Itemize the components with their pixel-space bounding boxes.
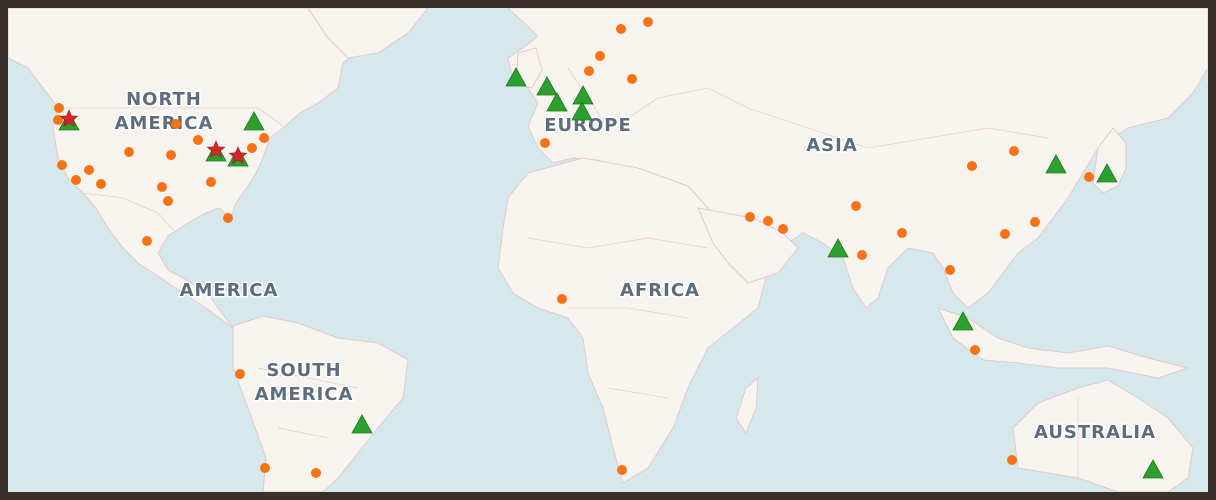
dot-marker[interactable] [142,236,152,246]
dot-marker[interactable] [763,216,773,226]
world-map[interactable]: NORTH AMERICA EUROPE ASIA AMERICA AFRICA… [8,8,1208,492]
dot-marker[interactable] [851,201,861,211]
dot-marker[interactable] [1000,229,1010,239]
dot-marker[interactable] [235,369,245,379]
dot-marker[interactable] [96,179,106,189]
label-africa: AFRICA [620,280,700,301]
dot-marker[interactable] [124,147,134,157]
label-north-america-line1: NORTH [126,89,202,110]
madagascar-land [735,376,759,435]
dot-marker[interactable] [57,160,67,170]
dot-marker[interactable] [540,138,550,148]
label-america: AMERICA [180,280,279,301]
dot-marker[interactable] [857,250,867,260]
dot-marker[interactable] [247,143,257,153]
dot-marker[interactable] [945,265,955,275]
dot-marker[interactable] [627,74,637,84]
dot-marker[interactable] [193,135,203,145]
dot-marker[interactable] [1009,146,1019,156]
dot-marker[interactable] [84,165,94,175]
dot-marker[interactable] [778,224,788,234]
dot-marker[interactable] [223,213,233,223]
label-north-america-line2: AMERICA [115,113,214,134]
dot-marker[interactable] [259,133,269,143]
dot-marker[interactable] [557,294,567,304]
dot-marker[interactable] [967,161,977,171]
dot-marker[interactable] [617,465,627,475]
dot-marker[interactable] [71,175,81,185]
dot-marker[interactable] [157,182,167,192]
indonesia-land [937,307,1190,379]
dot-marker[interactable] [616,24,626,34]
dot-marker[interactable] [745,212,755,222]
map-canvas[interactable]: NORTH AMERICA EUROPE ASIA AMERICA AFRICA… [8,8,1208,492]
dot-marker[interactable] [595,51,605,61]
label-australia: AUSTRALIA [1034,422,1156,443]
label-asia: ASIA [806,135,858,156]
dot-marker[interactable] [643,17,653,27]
label-south-america-line2: AMERICA [255,384,354,405]
dot-marker[interactable] [897,228,907,238]
dot-marker[interactable] [260,463,270,473]
dot-marker[interactable] [584,66,594,76]
dot-marker[interactable] [166,150,176,160]
land-layer [8,8,1208,492]
dot-marker[interactable] [1007,455,1017,465]
dot-marker[interactable] [163,196,173,206]
dot-marker[interactable] [54,103,64,113]
label-south-america-line1: SOUTH [266,360,341,381]
dot-marker[interactable] [311,468,321,478]
dot-marker[interactable] [206,177,216,187]
dot-marker[interactable] [1084,172,1094,182]
dot-marker[interactable] [970,345,980,355]
dot-marker[interactable] [171,119,181,129]
dot-marker[interactable] [1030,217,1040,227]
